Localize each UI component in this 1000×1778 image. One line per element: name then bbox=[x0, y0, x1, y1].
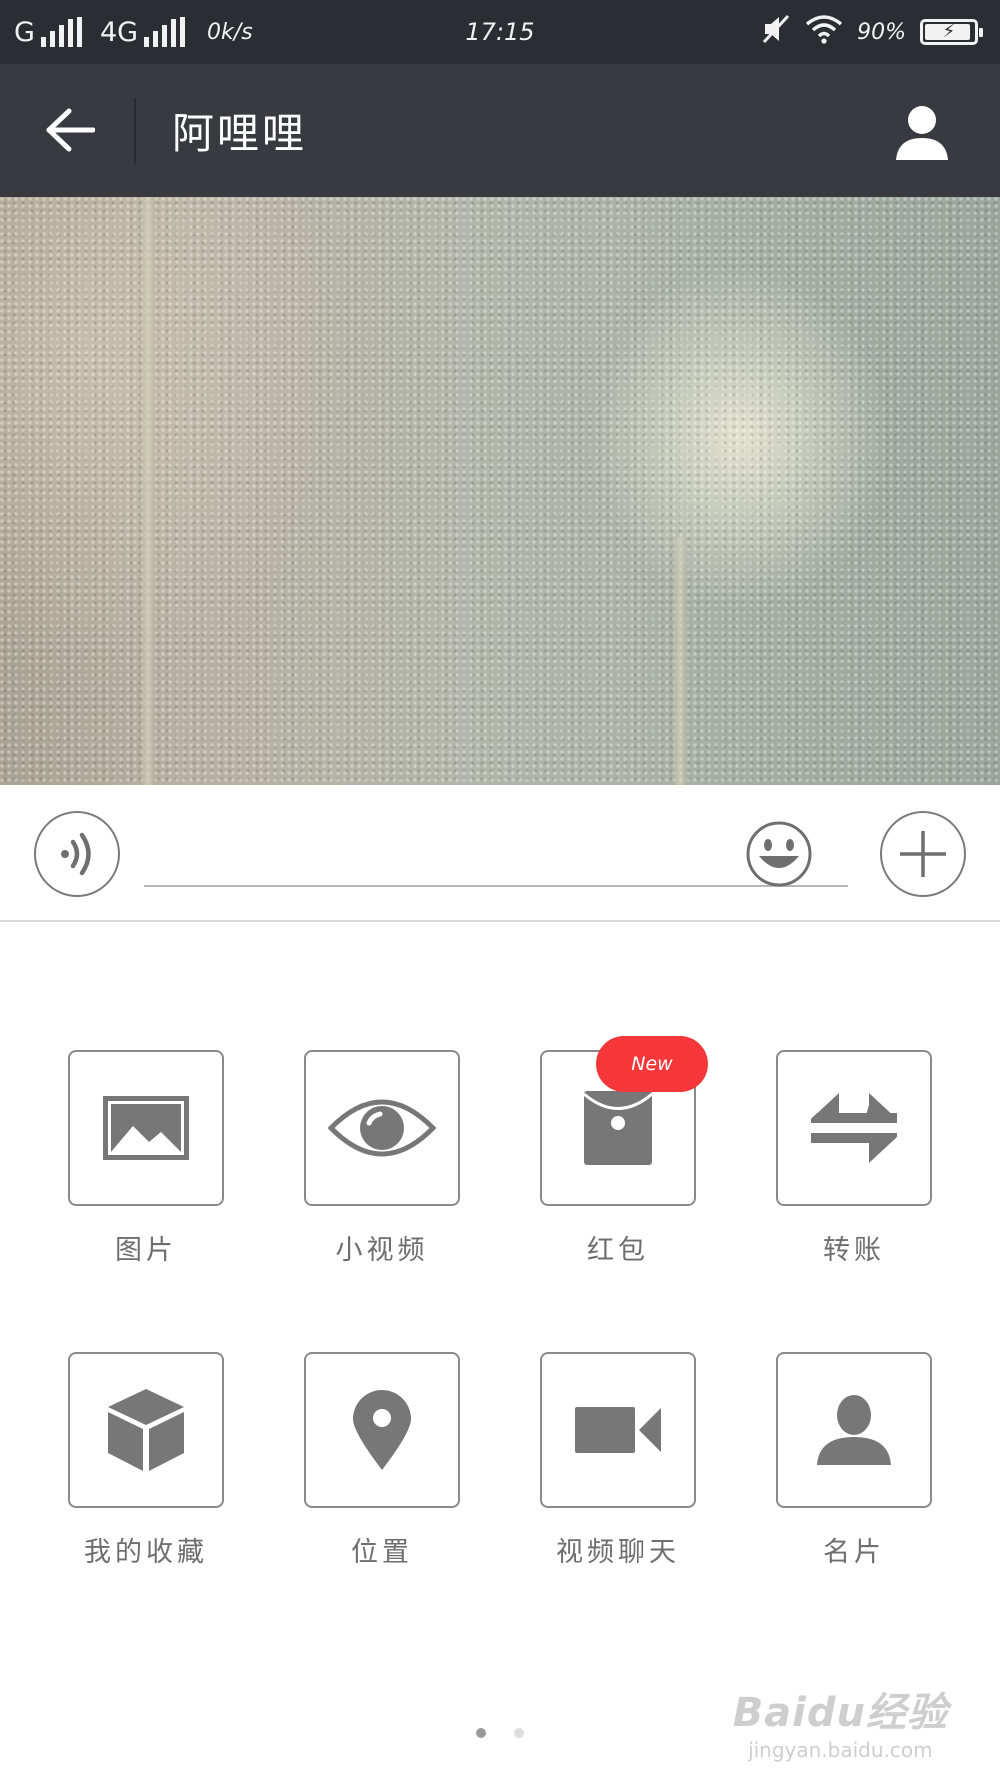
tool-video-call-box[interactable] bbox=[540, 1352, 696, 1508]
tool-label: 位置 bbox=[351, 1537, 413, 1568]
wallpaper-water-streak bbox=[140, 197, 156, 785]
tool-location[interactable]: 位置 bbox=[304, 1352, 460, 1568]
back-button[interactable] bbox=[30, 90, 110, 170]
page-dot-active[interactable] bbox=[476, 1728, 486, 1738]
tool-label: 我的收藏 bbox=[84, 1537, 208, 1568]
tool-contact-card[interactable]: 名片 bbox=[776, 1352, 932, 1568]
tool-red-packet[interactable]: New 红包 bbox=[540, 1036, 708, 1266]
tool-contact-card-box[interactable] bbox=[776, 1352, 932, 1508]
eye-icon bbox=[328, 1099, 436, 1157]
watermark: Baidu经验 jingyan.baidu.com bbox=[733, 1680, 948, 1762]
person-icon bbox=[896, 106, 948, 160]
tool-label: 小视频 bbox=[335, 1235, 429, 1266]
mute-icon bbox=[761, 14, 791, 50]
tool-transfer-box[interactable] bbox=[776, 1050, 932, 1206]
image-icon bbox=[103, 1096, 189, 1160]
page-dot[interactable] bbox=[514, 1728, 524, 1738]
status-bar: G 4G 0k/s 17:15 90% ⚡ bbox=[0, 0, 1000, 64]
tool-transfer[interactable]: 转账 bbox=[776, 1050, 932, 1266]
wallpaper-water-streak bbox=[672, 537, 688, 785]
status-right: 90% ⚡ bbox=[761, 0, 983, 64]
watermark-logo: Baidu经验 bbox=[732, 1690, 948, 1736]
input-bar bbox=[0, 785, 1000, 922]
tool-image-box[interactable] bbox=[68, 1050, 224, 1206]
watermark-url: jingyan.baidu.com bbox=[748, 1738, 933, 1762]
message-input[interactable] bbox=[144, 815, 848, 887]
tool-location-box[interactable] bbox=[304, 1352, 460, 1508]
back-arrow-icon bbox=[46, 108, 95, 152]
more-functions-button[interactable] bbox=[880, 811, 966, 897]
favorites-cube-icon bbox=[108, 1389, 184, 1471]
tool-label: 转账 bbox=[823, 1235, 885, 1266]
tool-image[interactable]: 图片 bbox=[68, 1050, 224, 1266]
tool-short-video-box[interactable] bbox=[304, 1050, 460, 1206]
chat-header: 阿哩哩 bbox=[0, 64, 1000, 197]
chat-message-area[interactable] bbox=[0, 197, 1000, 785]
battery-percent: 90% bbox=[857, 19, 906, 45]
tool-short-video[interactable]: 小视频 bbox=[304, 1050, 460, 1266]
chat-title: 阿哩哩 bbox=[172, 109, 308, 158]
contact-card-icon bbox=[817, 1395, 891, 1465]
wifi-icon bbox=[805, 14, 843, 50]
emoji-button[interactable] bbox=[744, 819, 814, 889]
location-pin-icon bbox=[353, 1390, 411, 1470]
plus-icon bbox=[900, 831, 946, 877]
tool-favorites-box[interactable] bbox=[68, 1352, 224, 1508]
battery-icon: ⚡ bbox=[920, 19, 983, 45]
new-badge: New bbox=[596, 1036, 708, 1092]
voice-input-button[interactable] bbox=[34, 811, 120, 897]
red-packet-icon bbox=[583, 1091, 653, 1165]
smiley-icon bbox=[746, 821, 812, 887]
header-divider bbox=[134, 98, 136, 164]
video-camera-icon bbox=[575, 1407, 661, 1453]
tool-favorites[interactable]: 我的收藏 bbox=[68, 1352, 224, 1568]
transfer-icon bbox=[811, 1093, 897, 1163]
chat-info-button[interactable] bbox=[884, 94, 960, 170]
voice-waves-icon bbox=[61, 832, 91, 876]
tool-label: 红包 bbox=[587, 1235, 649, 1266]
tool-label: 图片 bbox=[115, 1235, 177, 1266]
more-functions-panel: 图片 小视频 New 红包 转账 我的收藏 位置 视频聊天 名片 Baidu经验… bbox=[0, 922, 1000, 1778]
tool-label: 名片 bbox=[823, 1537, 885, 1568]
tool-label: 视频聊天 bbox=[556, 1537, 680, 1568]
tool-video-call[interactable]: 视频聊天 bbox=[540, 1352, 696, 1568]
